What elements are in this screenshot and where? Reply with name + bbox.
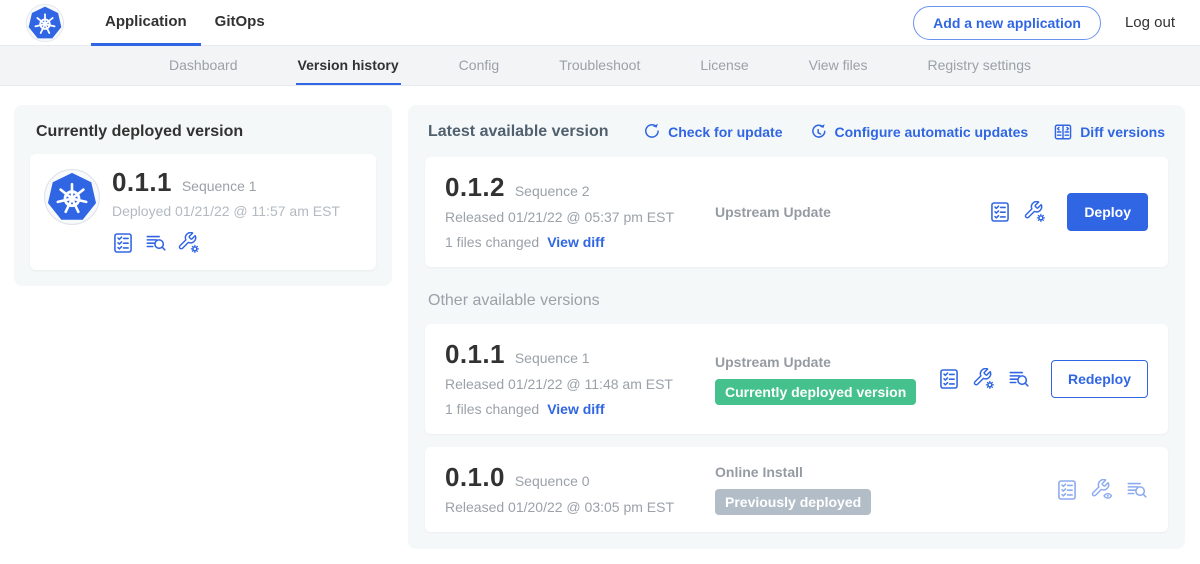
logout-link[interactable]: Log out (1125, 14, 1175, 31)
version-history-panel: Latest available version Check for updat… (408, 105, 1185, 549)
deployed-version-number: 0.1.1 (112, 169, 172, 195)
version-number: 0.1.2 (445, 174, 505, 200)
edit-config-icon[interactable] (178, 232, 200, 254)
currently-deployed-badge: Currently deployed version (715, 379, 916, 405)
app-subnav: Dashboard Version history Config Trouble… (0, 46, 1200, 86)
subnav-tab-troubleshoot[interactable]: Troubleshoot (557, 46, 642, 85)
edit-config-icon[interactable] (1024, 201, 1046, 223)
refresh-icon (641, 122, 661, 142)
deployed-version-date: Deployed 01/21/22 @ 11:57 am EST (112, 203, 340, 219)
subnav-tab-version-history[interactable]: Version history (296, 46, 401, 85)
tab-gitops-label: GitOps (215, 13, 265, 30)
check-for-update-link[interactable]: Check for update (641, 122, 782, 142)
currently-deployed-title: Currently deployed version (36, 123, 376, 141)
files-changed-label: 1 files changed (445, 234, 539, 250)
schedule-update-icon (808, 122, 828, 142)
top-navbar: Application GitOps Add a new application… (0, 0, 1200, 46)
version-card-0-1-2: 0.1.2 Sequence 2 Released 01/21/22 @ 05:… (425, 157, 1168, 267)
version-number: 0.1.1 (445, 341, 505, 367)
subnav-tab-view-files[interactable]: View files (807, 46, 870, 85)
previously-deployed-badge: Previously deployed (715, 489, 871, 515)
subnav-tab-config[interactable]: Config (457, 46, 501, 85)
kubernetes-logo-icon[interactable] (26, 4, 64, 42)
version-sequence: Sequence 0 (515, 473, 590, 489)
version-sequence: Sequence 1 (515, 350, 590, 366)
preflight-checks-icon[interactable] (1056, 479, 1078, 501)
diff-icon (1053, 122, 1073, 142)
subnav-tab-registry-settings[interactable]: Registry settings (926, 46, 1033, 85)
version-released: Released 01/21/22 @ 11:48 am EST (445, 376, 695, 392)
files-changed-label: 1 files changed (445, 401, 539, 417)
diff-versions-link[interactable]: Diff versions (1053, 122, 1165, 142)
version-source: Upstream Update (715, 204, 989, 220)
edit-config-icon[interactable] (973, 368, 995, 390)
preflight-checks-icon[interactable] (112, 232, 134, 254)
subnav-tab-license[interactable]: License (698, 46, 750, 85)
other-versions-title: Other available versions (428, 292, 1165, 310)
version-card-0-1-1: 0.1.1 Sequence 1 Released 01/21/22 @ 11:… (425, 324, 1168, 434)
preflight-checks-icon[interactable] (989, 201, 1011, 223)
view-config-icon[interactable] (1091, 479, 1113, 501)
subnav-tab-dashboard[interactable]: Dashboard (167, 46, 240, 85)
tab-application[interactable]: Application (91, 0, 201, 46)
redeploy-button[interactable]: Redeploy (1051, 360, 1148, 398)
version-source: Upstream Update (715, 354, 938, 370)
version-released: Released 01/21/22 @ 05:37 pm EST (445, 209, 695, 225)
add-application-button[interactable]: Add a new application (913, 6, 1101, 40)
main-content: Currently deployed version 0.1.1 Sequenc… (0, 86, 1200, 549)
version-released: Released 01/20/22 @ 03:05 pm EST (445, 499, 695, 515)
version-number: 0.1.0 (445, 464, 505, 490)
tab-gitops[interactable]: GitOps (201, 0, 279, 46)
latest-available-title: Latest available version (428, 123, 609, 141)
view-diff-link[interactable]: View diff (547, 401, 604, 417)
view-diff-link[interactable]: View diff (547, 234, 604, 250)
app-kubernetes-icon (44, 169, 100, 225)
deploy-logs-icon[interactable] (145, 232, 167, 254)
deployed-version-sequence: Sequence 1 (182, 178, 257, 194)
deploy-logs-icon[interactable] (1126, 479, 1148, 501)
deployed-version-card: 0.1.1 Sequence 1 Deployed 01/21/22 @ 11:… (30, 154, 376, 270)
deploy-logs-icon[interactable] (1008, 368, 1030, 390)
version-sequence: Sequence 2 (515, 183, 590, 199)
tab-application-label: Application (105, 13, 187, 30)
version-source: Online Install (715, 464, 1056, 480)
configure-automatic-updates-link[interactable]: Configure automatic updates (808, 122, 1029, 142)
version-card-0-1-0: 0.1.0 Sequence 0 Released 01/20/22 @ 03:… (425, 447, 1168, 532)
preflight-checks-icon[interactable] (938, 368, 960, 390)
currently-deployed-card: Currently deployed version 0.1.1 Sequenc… (14, 105, 392, 286)
deploy-button[interactable]: Deploy (1067, 193, 1148, 231)
